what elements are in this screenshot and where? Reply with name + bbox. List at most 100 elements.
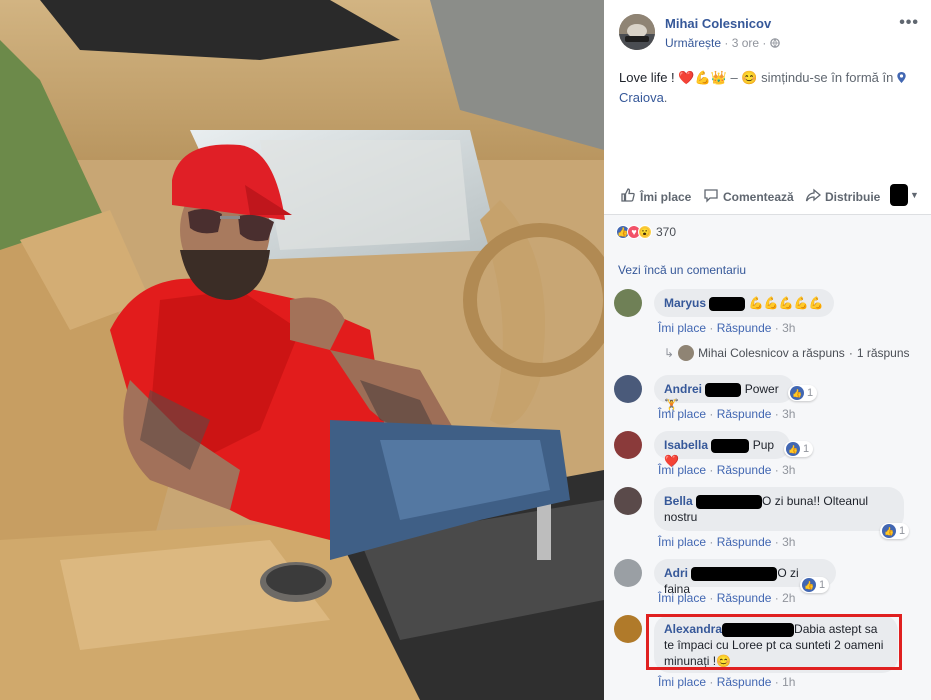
more-dots-icon[interactable]: ••• <box>899 14 919 32</box>
comment-meta: Îmi place · Răspunde · 2h <box>658 591 796 605</box>
redacted-avatar <box>890 184 908 206</box>
share-button[interactable]: Distribuie <box>805 187 880 206</box>
globe-icon <box>769 36 780 50</box>
commenter-avatar[interactable] <box>614 431 642 459</box>
post-time[interactable]: 3 ore <box>732 36 759 50</box>
comment-time[interactable]: 1h <box>782 675 795 689</box>
comment-likes-count: 1 <box>819 579 826 591</box>
comment-meta: Îmi place · Răspunde · 3h <box>658 321 796 335</box>
comment-like-link[interactable]: Îmi place <box>658 463 706 477</box>
car-interior-photo <box>0 0 604 700</box>
smile-emoji-icon: 😊 <box>741 70 758 85</box>
comment-likes-count: 1 <box>807 387 814 399</box>
comment-reply-link[interactable]: Răspunde <box>717 463 772 477</box>
commenter-avatar[interactable] <box>614 289 642 317</box>
like-reaction-icon: 👍 <box>790 386 804 400</box>
comment-time[interactable]: 3h <box>782 463 795 477</box>
post-text: Love life ! ❤️💪👑 – 😊 simțindu-se în form… <box>619 68 919 108</box>
period-text: . <box>663 90 668 105</box>
comment-like-link[interactable]: Îmi place <box>658 591 706 605</box>
comment-reply-link[interactable]: Răspunde <box>717 535 772 549</box>
comment-like-link[interactable]: Îmi place <box>658 675 706 689</box>
redacted-surname <box>705 382 742 397</box>
share-arrow-icon <box>805 187 822 206</box>
comment-likes-badge[interactable]: 👍 1 <box>784 441 814 457</box>
post-text-main: Love life ! <box>619 70 675 85</box>
highlight-annotation-box <box>646 614 902 670</box>
redacted-surname <box>711 438 750 453</box>
commenter-avatar[interactable] <box>614 375 642 403</box>
meta-separator: · <box>724 36 732 50</box>
comment-text: O zi buna!! Olteanul <box>762 494 869 508</box>
post-actions-bar: Îmi place Comentează Distribuie ▼ <box>604 180 931 212</box>
share-label: Distribuie <box>825 189 881 204</box>
comment-label: Comentează <box>723 189 794 204</box>
comment-bubble-icon <box>703 187 719 206</box>
comment-reply-link[interactable]: Răspunde <box>717 675 772 689</box>
comment-button[interactable]: Comentează <box>703 187 794 206</box>
commenter-avatar[interactable] <box>614 615 642 643</box>
reply-author-avatar <box>678 345 695 361</box>
follow-link[interactable]: Urmărește <box>665 36 721 50</box>
reply-author-text: Mihai Colesnicov a răspuns <box>698 346 845 360</box>
comment-bubble: Andrei Power🏋️ <box>654 375 794 412</box>
comment-likes-badge[interactable]: 👍 1 <box>800 577 830 593</box>
comment-time[interactable]: 2h <box>782 591 795 605</box>
redacted-surname <box>691 566 778 581</box>
like-button[interactable]: Îmi place <box>620 187 691 206</box>
reactions-summary[interactable]: 👍 ♥ 😮 370 <box>616 225 676 239</box>
comment-like-link[interactable]: Îmi place <box>658 535 706 549</box>
comment-bubble: Isabella Pup ❤️ <box>654 431 790 468</box>
comment-bubble: Bella O zi buna!! Olteanul nostru <box>654 487 904 531</box>
author-name[interactable]: Mihai Colesnicov <box>665 16 771 31</box>
post-side-panel: Mihai Colesnicov Urmărește · 3 ore · •••… <box>604 0 931 700</box>
commenter-avatar[interactable] <box>614 487 642 515</box>
post-meta: Urmărește · 3 ore · <box>665 36 780 50</box>
post-photo[interactable] <box>0 0 604 700</box>
comment-likes-badge[interactable]: 👍 1 <box>788 385 818 401</box>
comment-time[interactable]: 3h <box>782 407 795 421</box>
location-pin-icon <box>897 70 906 85</box>
commenter-name[interactable]: Adri <box>664 566 688 580</box>
meta-separator: · <box>762 36 770 50</box>
wow-reaction-icon: 😮 <box>638 225 652 239</box>
comment-text-line2: nostru <box>664 510 698 524</box>
meta-separator: · <box>848 346 853 360</box>
view-more-comments-link[interactable]: Vezi încă un comentariu <box>618 263 746 277</box>
caret-down-icon: ▼ <box>910 190 919 200</box>
comment-reply-link[interactable]: Răspunde <box>717 591 772 605</box>
comment-likes-count: 1 <box>899 525 906 537</box>
post-emoji: ❤️💪👑 <box>678 70 727 85</box>
like-reaction-icon: 👍 <box>786 442 800 456</box>
comment-time[interactable]: 3h <box>782 535 795 549</box>
comment-meta: Îmi place · Răspunde · 3h <box>658 407 796 421</box>
commenter-name[interactable]: Bella <box>664 494 693 508</box>
reply-count: 1 răspuns <box>856 346 910 360</box>
commenter-name[interactable]: Andrei <box>664 382 702 396</box>
reactions-count: 370 <box>656 225 677 239</box>
reply-arrow-icon: ↳ <box>664 346 675 360</box>
redacted-surname <box>696 494 763 509</box>
comment-likes-badge[interactable]: 👍 1 <box>880 523 910 539</box>
author-avatar[interactable] <box>619 14 655 50</box>
like-reaction-icon: 👍 <box>882 524 896 538</box>
comment-time[interactable]: 3h <box>782 321 795 335</box>
comment-bubble: Maryus 💪💪💪💪💪 <box>654 289 834 317</box>
comment-likes-count: 1 <box>803 443 810 455</box>
feeling-text: simțindu-se în formă în <box>761 70 894 85</box>
comment-reply-link[interactable]: Răspunde <box>717 407 772 421</box>
comment-meta: Îmi place · Răspunde · 3h <box>658 535 796 549</box>
comment-like-link[interactable]: Îmi place <box>658 407 706 421</box>
comment-reply-link[interactable]: Răspunde <box>717 321 772 335</box>
comment-meta: Îmi place · Răspunde · 3h <box>658 463 796 477</box>
commenter-name[interactable]: Isabella <box>664 438 708 452</box>
commenter-avatar[interactable] <box>614 559 642 587</box>
location-link[interactable]: Craiova <box>619 90 664 105</box>
like-label: Îmi place <box>640 189 692 204</box>
thumbs-up-icon <box>620 187 636 206</box>
comment-like-link[interactable]: Îmi place <box>658 321 706 335</box>
replies-summary[interactable]: ↳ Mihai Colesnicov a răspuns · 1 răspuns <box>664 345 910 361</box>
commenter-name[interactable]: Maryus <box>664 296 706 310</box>
audience-selector[interactable]: ▼ <box>890 184 919 206</box>
redacted-surname <box>709 296 746 311</box>
